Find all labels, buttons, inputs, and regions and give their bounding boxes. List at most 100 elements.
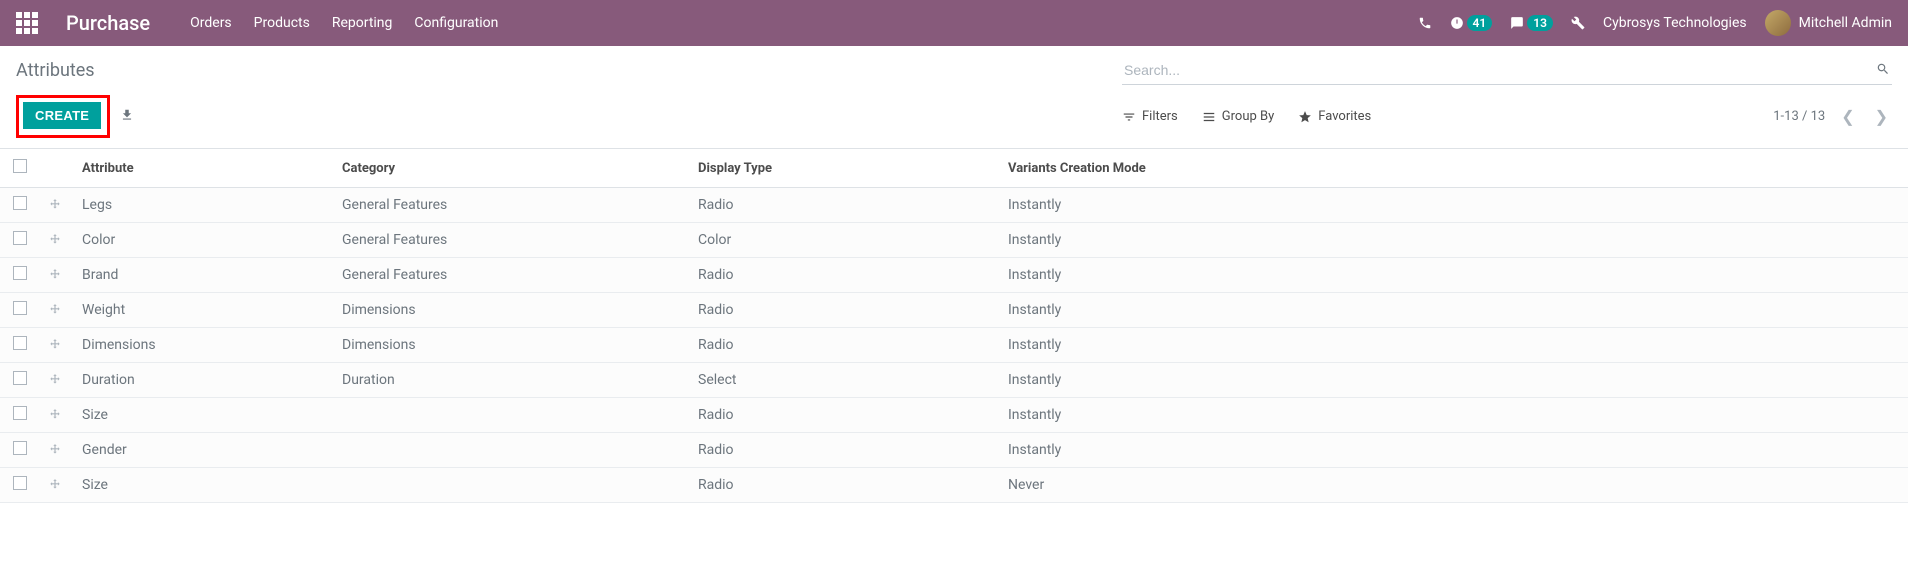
cell-category: General Features: [334, 258, 690, 293]
cell-display-type: Radio: [690, 188, 1000, 223]
row-checkbox[interactable]: [13, 336, 27, 350]
cell-variants-mode: Instantly: [1000, 433, 1908, 468]
cell-category: Duration: [334, 363, 690, 398]
search-options: Filters Group By Favorites 1-13 / 13 ❮ ❯: [1122, 107, 1892, 126]
company-name[interactable]: Cybrosys Technologies: [1603, 15, 1747, 31]
row-checkbox[interactable]: [13, 266, 27, 280]
cell-variants-mode: Instantly: [1000, 363, 1908, 398]
navbar: Purchase Orders Products Reporting Confi…: [0, 0, 1908, 46]
cell-display-type: Color: [690, 223, 1000, 258]
nav-products[interactable]: Products: [254, 15, 310, 31]
table-row[interactable]: SizeRadioInstantly: [0, 398, 1908, 433]
pager: 1-13 / 13 ❮ ❯: [1773, 107, 1892, 126]
row-checkbox[interactable]: [13, 476, 27, 490]
table-row[interactable]: BrandGeneral FeaturesRadioInstantly: [0, 258, 1908, 293]
cell-category: Dimensions: [334, 328, 690, 363]
create-highlight: CREATE: [16, 95, 110, 138]
phone-icon[interactable]: [1418, 16, 1432, 30]
table-row[interactable]: GenderRadioInstantly: [0, 433, 1908, 468]
row-checkbox[interactable]: [13, 231, 27, 245]
create-button[interactable]: CREATE: [23, 102, 101, 129]
filters-button[interactable]: Filters: [1122, 109, 1178, 124]
favorites-button[interactable]: Favorites: [1298, 109, 1371, 124]
row-checkbox[interactable]: [13, 406, 27, 420]
cell-variants-mode: Never: [1000, 468, 1908, 503]
activity-icon[interactable]: 41: [1450, 15, 1493, 31]
cell-attribute: Brand: [74, 258, 334, 293]
star-icon: [1298, 110, 1312, 124]
control-panel: Attributes CREATE Filters Group By: [0, 46, 1908, 149]
drag-handle-icon[interactable]: [48, 373, 66, 387]
table-row[interactable]: DurationDurationSelectInstantly: [0, 363, 1908, 398]
table-row[interactable]: ColorGeneral FeaturesColorInstantly: [0, 223, 1908, 258]
groupby-label: Group By: [1222, 109, 1275, 124]
col-category[interactable]: Category: [334, 149, 690, 188]
search-icon[interactable]: [1876, 62, 1890, 80]
cell-category: Dimensions: [334, 293, 690, 328]
cell-display-type: Radio: [690, 258, 1000, 293]
drag-handle-icon[interactable]: [48, 268, 66, 282]
groupby-button[interactable]: Group By: [1202, 109, 1275, 124]
nav-configuration[interactable]: Configuration: [414, 15, 498, 31]
row-checkbox[interactable]: [13, 301, 27, 315]
row-checkbox[interactable]: [13, 371, 27, 385]
attributes-table: Attribute Category Display Type Variants…: [0, 149, 1908, 503]
drag-handle-icon[interactable]: [48, 338, 66, 352]
drag-handle-icon[interactable]: [48, 198, 66, 212]
row-checkbox[interactable]: [13, 196, 27, 210]
pager-next[interactable]: ❯: [1871, 107, 1892, 126]
apps-icon[interactable]: [16, 12, 38, 34]
cell-attribute: Legs: [74, 188, 334, 223]
cell-display-type: Radio: [690, 293, 1000, 328]
cell-category: [334, 433, 690, 468]
cell-attribute: Duration: [74, 363, 334, 398]
table-row[interactable]: DimensionsDimensionsRadioInstantly: [0, 328, 1908, 363]
cell-display-type: Radio: [690, 328, 1000, 363]
select-all-checkbox[interactable]: [13, 159, 27, 173]
app-title[interactable]: Purchase: [66, 11, 150, 35]
cell-variants-mode: Instantly: [1000, 293, 1908, 328]
table-row[interactable]: LegsGeneral FeaturesRadioInstantly: [0, 188, 1908, 223]
cell-variants-mode: Instantly: [1000, 398, 1908, 433]
cell-display-type: Radio: [690, 468, 1000, 503]
cell-category: General Features: [334, 223, 690, 258]
user-name: Mitchell Admin: [1799, 15, 1892, 31]
cell-category: General Features: [334, 188, 690, 223]
cell-attribute: Dimensions: [74, 328, 334, 363]
debug-icon[interactable]: [1571, 16, 1585, 30]
drag-handle-icon[interactable]: [48, 233, 66, 247]
col-variants-mode[interactable]: Variants Creation Mode: [1000, 149, 1908, 188]
cell-attribute: Size: [74, 468, 334, 503]
col-display-type[interactable]: Display Type: [690, 149, 1000, 188]
cell-variants-mode: Instantly: [1000, 223, 1908, 258]
discuss-badge: 13: [1527, 15, 1553, 31]
col-attribute[interactable]: Attribute: [74, 149, 334, 188]
table-row[interactable]: Size RadioNever: [0, 468, 1908, 503]
pager-prev[interactable]: ❮: [1837, 107, 1858, 126]
cell-category: [334, 468, 690, 503]
cell-variants-mode: Instantly: [1000, 258, 1908, 293]
nav-right: 41 13 Cybrosys Technologies Mitchell Adm…: [1418, 10, 1892, 36]
cell-attribute: Weight: [74, 293, 334, 328]
nav-orders[interactable]: Orders: [190, 15, 232, 31]
activity-badge: 41: [1467, 15, 1493, 31]
drag-handle-icon[interactable]: [48, 443, 66, 457]
search-wrap: [1122, 56, 1892, 85]
drag-handle-icon[interactable]: [48, 303, 66, 317]
drag-handle-icon[interactable]: [48, 478, 66, 492]
cell-category: [334, 398, 690, 433]
user-menu[interactable]: Mitchell Admin: [1765, 10, 1892, 36]
list-icon: [1202, 110, 1216, 124]
pager-range[interactable]: 1-13 / 13: [1773, 109, 1825, 124]
filters-label: Filters: [1142, 109, 1178, 124]
drag-handle-icon[interactable]: [48, 408, 66, 422]
search-input[interactable]: [1122, 56, 1892, 85]
favorites-label: Favorites: [1318, 109, 1371, 124]
cell-variants-mode: Instantly: [1000, 328, 1908, 363]
export-icon[interactable]: [120, 108, 134, 126]
nav-menu: Orders Products Reporting Configuration: [190, 15, 498, 31]
row-checkbox[interactable]: [13, 441, 27, 455]
nav-reporting[interactable]: Reporting: [332, 15, 393, 31]
discuss-icon[interactable]: 13: [1510, 15, 1553, 31]
table-row[interactable]: WeightDimensionsRadioInstantly: [0, 293, 1908, 328]
